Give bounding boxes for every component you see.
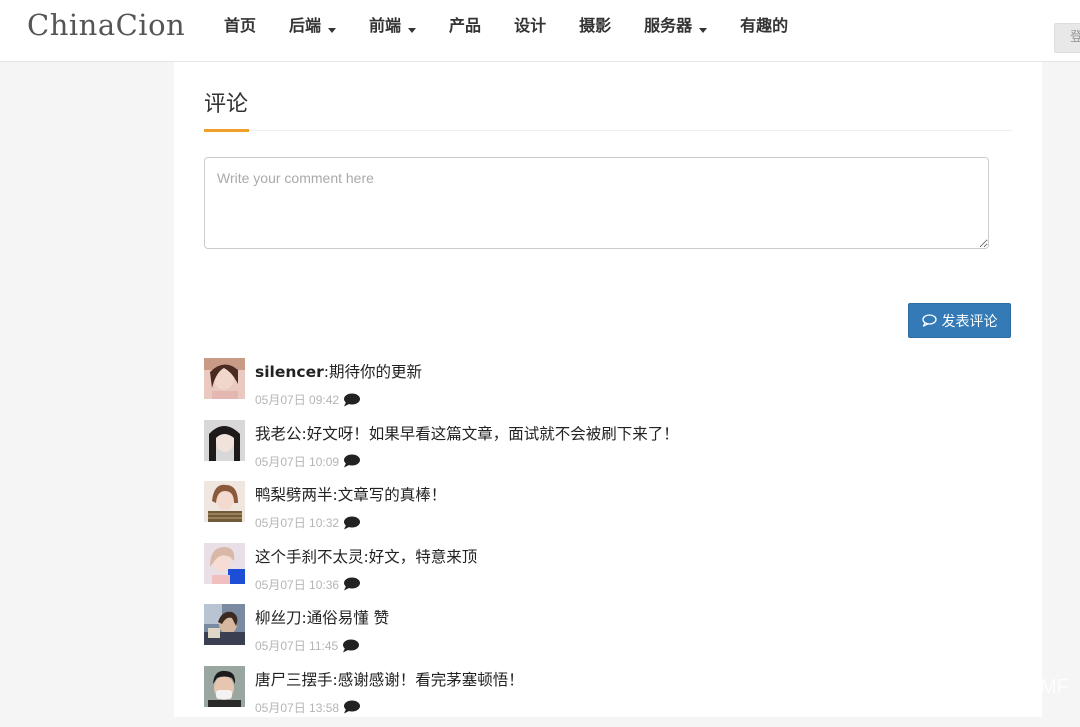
nav-item-design[interactable]: 设计 — [514, 0, 546, 52]
main-nav: 首页 后端 前端 产品 设计 摄影 服务器 有趣的 — [224, 0, 821, 52]
reply-bubble-icon[interactable] — [343, 516, 360, 530]
comment-meta: 05月07日 10:32 — [255, 514, 360, 531]
comment-author[interactable]: 这个手刹不太灵 — [255, 548, 364, 566]
watermark: MF — [1040, 676, 1069, 699]
comment-author[interactable]: 鸭梨劈两半 — [255, 486, 333, 504]
comment-body: :好文呀！如果早看这篇文章，面试就不会被刷下来了！ — [302, 425, 679, 443]
comment-item: 我老公:好文呀！如果早看这篇文章，面试就不会被刷下来了！ 05月07日 10:0… — [204, 420, 1012, 482]
title-accent-bar — [204, 129, 249, 132]
reply-bubble-icon[interactable] — [343, 577, 360, 591]
submit-comment-button[interactable]: 发表评论 — [908, 303, 1011, 338]
comments-panel: 评论 发表评论 silencer:期待你的更新 05月07日 09:42 — [174, 62, 1042, 717]
comment-text: 唐尸三摆手:感谢感谢！看完茅塞顿悟！ — [255, 668, 524, 690]
reply-bubble-icon[interactable] — [342, 639, 359, 653]
comment-body: :好文，特意来顶 — [364, 548, 478, 566]
avatar[interactable] — [204, 420, 245, 461]
nav-item-backend[interactable]: 后端 — [289, 0, 336, 52]
comment-author[interactable]: 唐尸三摆手 — [255, 671, 333, 689]
comment-time: 05月07日 10:32 — [255, 514, 339, 531]
reply-bubble-icon[interactable] — [343, 700, 360, 714]
reply-bubble-icon[interactable] — [343, 454, 360, 468]
comment-time: 05月07日 10:36 — [255, 576, 339, 593]
caret-down-icon — [328, 28, 336, 33]
comment-meta: 05月07日 10:36 — [255, 576, 360, 593]
comment-author[interactable]: silencer — [255, 363, 324, 381]
nav-item-label: 有趣的 — [740, 16, 788, 35]
comment-body: :感谢感谢！看完茅塞顿悟！ — [333, 671, 524, 689]
comment-meta: 05月07日 13:58 — [255, 699, 360, 716]
comment-meta: 05月07日 09:42 — [255, 391, 360, 408]
login-button[interactable]: 登 — [1054, 23, 1080, 53]
nav-item-label: 服务器 — [644, 16, 692, 35]
comment-text: 柳丝刀:通俗易懂 赞 — [255, 606, 389, 628]
comment-author[interactable]: 我老公 — [255, 425, 302, 443]
section-title: 评论 — [204, 86, 248, 118]
comment-item: 柳丝刀:通俗易懂 赞 05月07日 11:45 — [204, 604, 1012, 666]
reply-bubble-icon[interactable] — [343, 393, 360, 407]
nav-item-label: 产品 — [449, 16, 481, 35]
comment-text: silencer:期待你的更新 — [255, 360, 422, 382]
comment-item: 这个手刹不太灵:好文，特意来顶 05月07日 10:36 — [204, 543, 1012, 605]
avatar[interactable] — [204, 358, 245, 399]
nav-item-label: 前端 — [369, 16, 401, 35]
comment-text: 这个手刹不太灵:好文，特意来顶 — [255, 545, 477, 567]
comment-time: 05月07日 10:09 — [255, 453, 339, 470]
nav-item-photography[interactable]: 摄影 — [579, 0, 611, 52]
comment-item: 唐尸三摆手:感谢感谢！看完茅塞顿悟！ 05月07日 13:58 — [204, 666, 1012, 727]
nav-item-home[interactable]: 首页 — [224, 0, 256, 52]
avatar[interactable] — [204, 604, 245, 645]
comment-time: 05月07日 11:45 — [255, 637, 338, 654]
title-divider — [204, 130, 1012, 131]
comment-input[interactable] — [204, 157, 989, 249]
avatar[interactable] — [204, 666, 245, 707]
comment-item: 鸭梨劈两半:文章写的真棒！ 05月07日 10:32 — [204, 481, 1012, 543]
comment-text: 鸭梨劈两半:文章写的真棒！ — [255, 483, 446, 505]
nav-item-product[interactable]: 产品 — [449, 0, 481, 52]
comment-bubble-icon — [922, 314, 937, 327]
site-logo[interactable]: ChinaCion — [27, 8, 185, 42]
caret-down-icon — [408, 28, 416, 33]
avatar[interactable] — [204, 543, 245, 584]
top-navbar: ChinaCion 首页 后端 前端 产品 设计 摄影 服务器 有趣的 登 — [0, 0, 1080, 62]
comment-meta: 05月07日 10:09 — [255, 453, 360, 470]
submit-comment-label: 发表评论 — [942, 311, 998, 331]
comment-body: :期待你的更新 — [324, 363, 422, 381]
avatar[interactable] — [204, 481, 245, 522]
nav-item-label: 摄影 — [579, 16, 611, 35]
nav-item-label: 后端 — [289, 16, 321, 35]
nav-item-frontend[interactable]: 前端 — [369, 0, 416, 52]
caret-down-icon — [699, 28, 707, 33]
comment-body: :文章写的真棒！ — [333, 486, 447, 504]
comment-meta: 05月07日 11:45 — [255, 637, 359, 654]
nav-item-fun[interactable]: 有趣的 — [740, 0, 788, 52]
nav-item-label: 设计 — [514, 16, 546, 35]
comment-list: silencer:期待你的更新 05月07日 09:42 我老公:好文呀！如果早… — [204, 358, 1012, 727]
comment-time: 05月07日 09:42 — [255, 391, 339, 408]
comment-author[interactable]: 柳丝刀 — [255, 609, 302, 627]
comment-time: 05月07日 13:58 — [255, 699, 339, 716]
nav-item-server[interactable]: 服务器 — [644, 0, 707, 52]
comment-body: :通俗易懂 赞 — [302, 609, 390, 627]
comment-item: silencer:期待你的更新 05月07日 09:42 — [204, 358, 1012, 420]
comment-text: 我老公:好文呀！如果早看这篇文章，面试就不会被刷下来了！ — [255, 422, 679, 444]
nav-item-label: 首页 — [224, 16, 256, 35]
